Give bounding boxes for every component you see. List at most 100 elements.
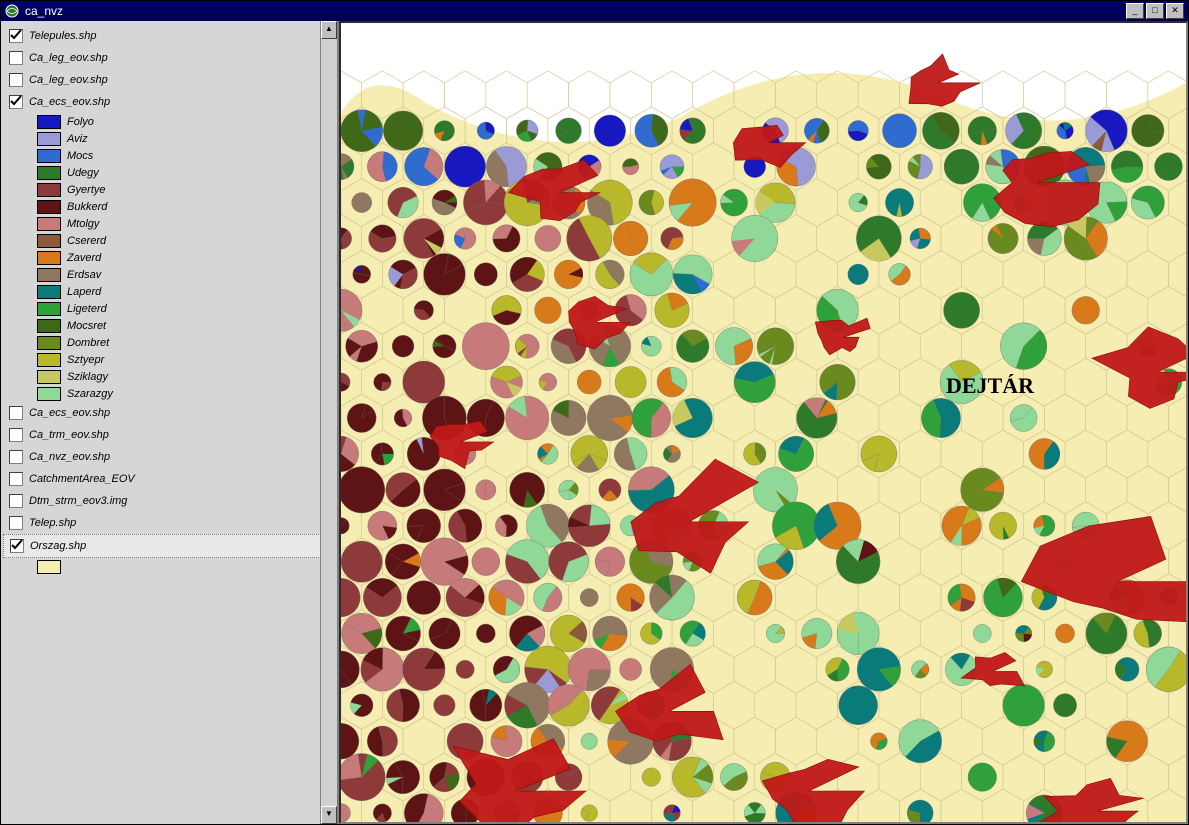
legend-row: Mtolgy	[37, 215, 335, 232]
layer-label: Ca_nvz_eov.shp	[29, 451, 110, 463]
layer-legend: Folyo Aviz Mocs Udegy Gyertye Bukkerd Mtolgy Cs…	[37, 113, 335, 402]
layer-row[interactable]: Ca_trm_eov.shp	[3, 424, 335, 446]
legend-label: Udegy	[67, 167, 99, 179]
layer-list: Telepules.shp Ca_leg_eov.shp Ca_leg_eov.sh…	[1, 21, 337, 579]
legend-swatch	[37, 336, 61, 350]
legend-swatch	[37, 285, 61, 299]
legend-swatch	[37, 319, 61, 333]
legend-label: Bukkerd	[67, 201, 107, 213]
layer-checkbox[interactable]	[9, 428, 23, 442]
minimize-button[interactable]: _	[1126, 3, 1144, 19]
legend-row: Bukkerd	[37, 198, 335, 215]
legend-label: Ligeterd	[67, 303, 107, 315]
legend-label: Dombret	[67, 337, 109, 349]
layer-row[interactable]: Ca_leg_eov.shp	[3, 69, 335, 91]
legend-row: Zaverd	[37, 249, 335, 266]
legend-label: Zaverd	[67, 252, 101, 264]
legend-row: Aviz	[37, 130, 335, 147]
layer-row[interactable]: Ca_ecs_eov.shp	[3, 91, 335, 113]
layer-checkbox[interactable]	[9, 73, 23, 87]
layer-row[interactable]: Orszag.shp	[3, 534, 335, 558]
legend-row: Folyo	[37, 113, 335, 130]
layer-row[interactable]: Ca_leg_eov.shp	[3, 47, 335, 69]
layer-checkbox[interactable]	[9, 450, 23, 464]
legend-swatch	[37, 149, 61, 163]
layer-checkbox[interactable]	[9, 516, 23, 530]
legend-row: Udegy	[37, 164, 335, 181]
legend-label: Aviz	[67, 133, 88, 145]
scroll-down-icon[interactable]: ▼	[321, 806, 337, 824]
layer-label: Ca_ecs_eov.shp	[29, 407, 110, 419]
layer-checkbox[interactable]	[10, 539, 24, 553]
legend-label: Sztyepr	[67, 354, 104, 366]
app-icon	[5, 4, 19, 18]
layer-checkbox[interactable]	[9, 29, 23, 43]
layer-label: Ca_ecs_eov.shp	[29, 96, 110, 108]
layer-label: Ca_leg_eov.shp	[29, 52, 108, 64]
layer-checkbox[interactable]	[9, 95, 23, 109]
layer-checkbox[interactable]	[9, 494, 23, 508]
close-button[interactable]: ✕	[1166, 3, 1184, 19]
layer-row[interactable]: Telep.shp	[3, 512, 335, 534]
legend-swatch	[37, 370, 61, 384]
titlebar[interactable]: ca_nvz _ □ ✕	[1, 1, 1188, 21]
maximize-button[interactable]: □	[1146, 3, 1164, 19]
layer-checkbox[interactable]	[9, 406, 23, 420]
layer-scrollbar[interactable]: ▲ ▼	[320, 21, 337, 824]
layer-row[interactable]: Telepules.shp	[3, 25, 335, 47]
legend-row: Dombret	[37, 334, 335, 351]
legend-row: Szarazgy	[37, 385, 335, 402]
app-window: ca_nvz _ □ ✕ Telepules.shp Ca_leg_eov.shp…	[0, 0, 1189, 825]
window-title: ca_nvz	[25, 4, 1126, 18]
layer-checkbox[interactable]	[9, 472, 23, 486]
window-controls: _ □ ✕	[1126, 3, 1184, 19]
legend-label: Mocsret	[67, 320, 106, 332]
legend-swatch	[37, 251, 61, 265]
scroll-up-icon[interactable]: ▲	[321, 21, 337, 39]
layer-row[interactable]: Ca_nvz_eov.shp	[3, 446, 335, 468]
layer-label: CatchmentArea_EOV	[29, 473, 135, 485]
legend-swatch	[37, 302, 61, 316]
map-canvas[interactable]: DEJTÁR	[339, 21, 1188, 824]
layer-row[interactable]: CatchmentArea_EOV	[3, 468, 335, 490]
layer-row[interactable]: Dtm_strm_eov3.img	[3, 490, 335, 512]
legend-label: Sziklagy	[67, 371, 108, 383]
map-svg	[341, 23, 1186, 822]
legend-swatch	[37, 353, 61, 367]
legend-label: Szarazgy	[67, 388, 113, 400]
legend-label: Laperd	[67, 286, 101, 298]
layer-panel: Telepules.shp Ca_leg_eov.shp Ca_leg_eov.sh…	[1, 21, 339, 824]
legend-row: Mocsret	[37, 317, 335, 334]
layer-label: Telepules.shp	[29, 30, 96, 42]
layer-row[interactable]: Ca_ecs_eov.shp	[3, 402, 335, 424]
legend-row: Gyertye	[37, 181, 335, 198]
layer-checkbox[interactable]	[9, 51, 23, 65]
legend-label: Mocs	[67, 150, 93, 162]
legend-label: Erdsav	[67, 269, 101, 281]
window-body: Telepules.shp Ca_leg_eov.shp Ca_leg_eov.sh…	[1, 21, 1188, 824]
layer-label: Ca_trm_eov.shp	[29, 429, 109, 441]
legend-row: Laperd	[37, 283, 335, 300]
legend-label: Folyo	[67, 116, 94, 128]
legend-row: Sziklagy	[37, 368, 335, 385]
layer-label: Orszag.shp	[30, 540, 86, 552]
legend-swatch	[37, 387, 61, 401]
legend-swatch	[37, 234, 61, 248]
layer-label: Ca_leg_eov.shp	[29, 74, 108, 86]
legend-label: Mtolgy	[67, 218, 99, 230]
legend-row: Erdsav	[37, 266, 335, 283]
legend-swatch	[37, 217, 61, 231]
layer-label: Dtm_strm_eov3.img	[29, 495, 127, 507]
legend-row: Sztyepr	[37, 351, 335, 368]
legend-row: Csererd	[37, 232, 335, 249]
layer-label: Telep.shp	[29, 517, 76, 529]
legend-row: Ligeterd	[37, 300, 335, 317]
legend-swatch	[37, 200, 61, 214]
legend-label: Gyertye	[67, 184, 106, 196]
legend-swatch	[37, 115, 61, 129]
map-place-label: DEJTÁR	[946, 373, 1034, 399]
legend-swatch	[37, 560, 61, 574]
legend-label: Csererd	[67, 235, 106, 247]
legend-swatch	[37, 268, 61, 282]
legend-row: Mocs	[37, 147, 335, 164]
